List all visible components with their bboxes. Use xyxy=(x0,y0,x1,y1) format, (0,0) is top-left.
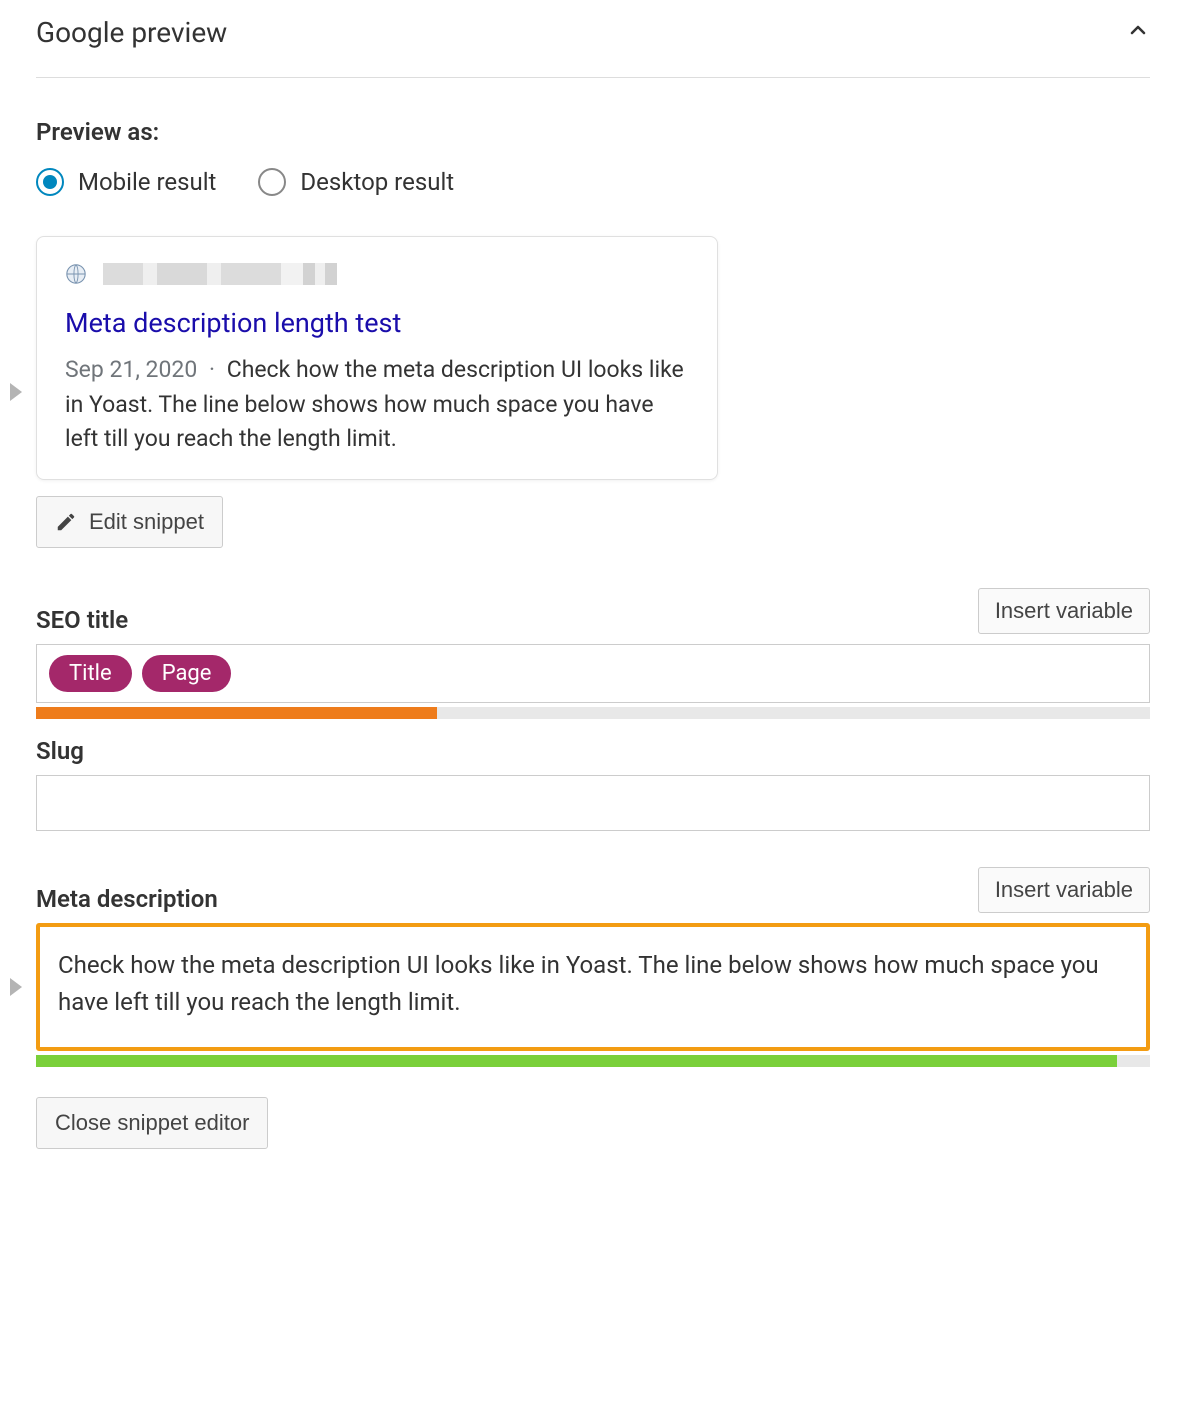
seo-title-insert-variable-button[interactable]: Insert variable xyxy=(978,588,1150,634)
radio-circle-icon xyxy=(258,168,286,196)
meta-description-progress-fill xyxy=(36,1055,1117,1067)
snippet-preview-card[interactable]: Meta description length test Sep 21, 202… xyxy=(36,236,718,480)
close-snippet-editor-label: Close snippet editor xyxy=(55,1110,249,1136)
meta-description-insert-variable-button[interactable]: Insert variable xyxy=(978,867,1150,913)
radio-label: Mobile result xyxy=(78,168,216,196)
radio-circle-selected-icon xyxy=(36,168,64,196)
preview-sep: · xyxy=(209,356,215,383)
chevron-up-icon[interactable] xyxy=(1126,18,1150,48)
preview-date: Sep 21, 2020 xyxy=(65,356,197,383)
preview-as-label: Preview as: xyxy=(36,118,1150,146)
radio-label: Desktop result xyxy=(300,168,454,196)
seo-title-progress xyxy=(36,707,1150,719)
slug-label: Slug xyxy=(36,737,84,765)
seo-title-label: SEO title xyxy=(36,606,128,634)
edit-snippet-button[interactable]: Edit snippet xyxy=(36,496,223,548)
insert-variable-label: Insert variable xyxy=(995,598,1133,624)
preview-as-block: Preview as: Mobile result Desktop result xyxy=(36,118,1150,196)
close-snippet-editor-button[interactable]: Close snippet editor xyxy=(36,1097,268,1149)
meta-description-value: Check how the meta description UI looks … xyxy=(58,951,1099,1016)
section-title: Google preview xyxy=(36,16,227,49)
variable-pill-title[interactable]: Title xyxy=(49,655,132,692)
preview-url-row xyxy=(65,263,689,285)
slug-input[interactable] xyxy=(36,775,1150,831)
edit-snippet-label: Edit snippet xyxy=(89,509,204,535)
radio-mobile-result[interactable]: Mobile result xyxy=(36,168,216,196)
snippet-editor: SEO title Insert variable Title Page Slu… xyxy=(36,588,1150,1149)
meta-description-field: Meta description Insert variable Check h… xyxy=(36,867,1150,1067)
seo-title-input[interactable]: Title Page xyxy=(36,644,1150,703)
caret-right-icon xyxy=(10,383,22,401)
meta-description-label: Meta description xyxy=(36,885,218,913)
pencil-icon xyxy=(55,511,77,533)
radio-desktop-result[interactable]: Desktop result xyxy=(258,168,454,196)
preview-title: Meta description length test xyxy=(65,307,689,339)
meta-description-progress xyxy=(36,1055,1150,1067)
seo-title-progress-fill xyxy=(36,707,437,719)
meta-description-input[interactable]: Check how the meta description UI looks … xyxy=(36,923,1150,1051)
slug-field: Slug xyxy=(36,737,1150,831)
seo-title-field: SEO title Insert variable Title Page xyxy=(36,588,1150,719)
blurred-url xyxy=(103,263,337,285)
variable-pill-page[interactable]: Page xyxy=(142,655,232,692)
preview-as-radio-group: Mobile result Desktop result xyxy=(36,168,1150,196)
google-preview-header[interactable]: Google preview xyxy=(36,16,1150,78)
preview-description: Sep 21, 2020 · Check how the meta descri… xyxy=(65,353,689,457)
globe-icon xyxy=(65,263,87,285)
caret-right-icon xyxy=(10,978,22,996)
insert-variable-label: Insert variable xyxy=(995,877,1133,903)
